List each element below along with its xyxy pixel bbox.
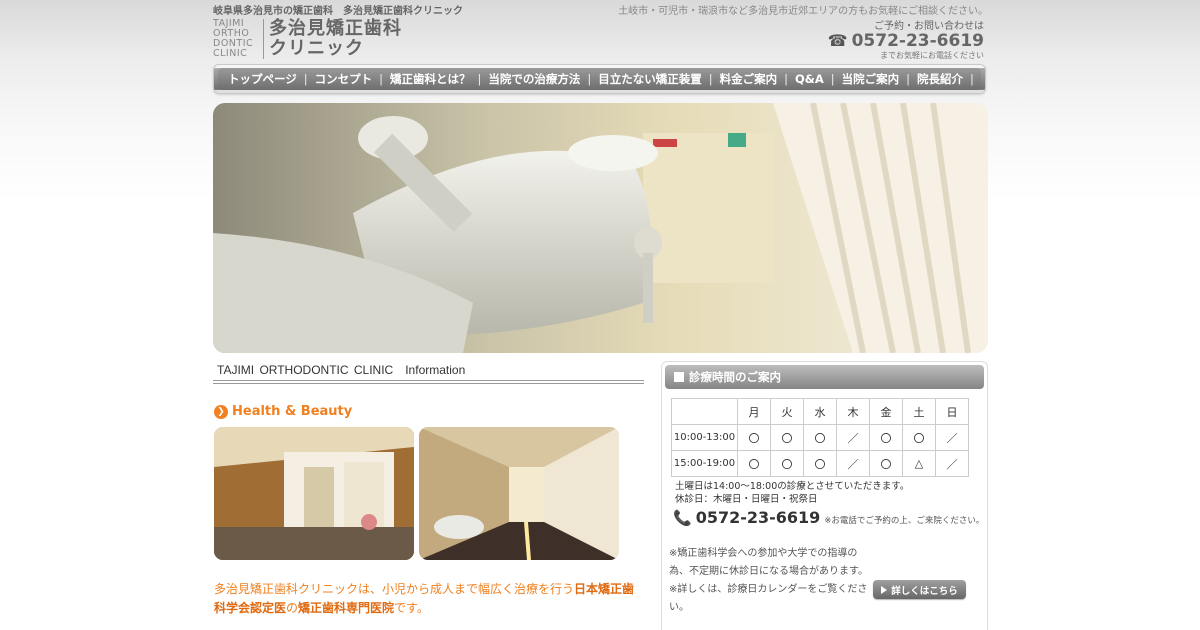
status-cell: 〇 [770, 424, 804, 451]
clinic-label: 多治見矯正歯科クリニック [343, 6, 463, 17]
logo-mark: TAJIMI ORTHO DONTIC CLINIC [213, 18, 254, 59]
page: 岐阜県多治見市の矯正歯科 多治見矯正歯科クリニック 土岐市・可児市・瑞浪市など多治… [213, 0, 988, 630]
info-divider [213, 380, 644, 384]
day-header: 火 [770, 398, 804, 425]
status-cell: 〇 [737, 424, 771, 451]
status-cell: ／ [935, 424, 969, 451]
schedule-phone[interactable]: 📞 0572-23-6619 ※お電話でご予約の上、ご来院ください。 [673, 508, 984, 527]
irregular-notes: ※矯正歯科学会への参加や大学での指導の為、不定期に休診日になる場合があります。 … [669, 545, 869, 617]
phone-note: ※お電話でご予約の上、ご来院ください。 [824, 516, 985, 526]
time-cell: 10:00-13:00 [671, 424, 738, 451]
schedule-phone-number: 0572-23-6619 [695, 508, 821, 527]
header-tagline: 土岐市・可児市・瑞浪市など多治見市近郊エリアの方もお気軽にご相談ください。 [618, 6, 988, 17]
details-button[interactable]: 詳しくはこちら [873, 580, 966, 599]
nav-item-director[interactable]: 院長紹介 [917, 71, 981, 87]
nav-item-concept[interactable]: コンセプト [315, 71, 390, 87]
nav-item-qa[interactable]: Q&A [795, 72, 842, 86]
hero-image [213, 103, 988, 353]
clinic-photo-entrance [214, 427, 414, 560]
nav-item-fees[interactable]: 料金ご案内 [720, 71, 795, 87]
desc-text-end: です。 [394, 601, 429, 615]
saturday-note: 土曜日は14:00〜18:00の診療とさせていただきます。 [675, 481, 910, 492]
calendar-note: ※詳しくは、診療日カレンダーをご覧ください。 [669, 584, 868, 613]
status-cell: 〇 [902, 424, 936, 451]
schedule-panel: 診療時間のご案内 月 火 水 木 金 土 日 10:00-13:00 〇 〇 〇… [661, 361, 988, 630]
status-cell: 〇 [803, 450, 837, 477]
day-header: 木 [836, 398, 870, 425]
status-cell: 〇 [869, 424, 903, 451]
status-cell: 〇 [803, 424, 837, 451]
arrow-circle-icon: ❯ [214, 404, 228, 419]
info-title: TAJIMI ORTHODONTIC CLINIC Information [217, 363, 466, 377]
clinic-photo-corridor [419, 427, 619, 560]
status-cell: 〇 [869, 450, 903, 477]
schedule-notes: 土曜日は14:00〜18:00の診療とさせていただきます。 休診日：木曜日・日曜… [675, 480, 909, 506]
play-arrow-icon [881, 585, 888, 594]
contact-note: までお気軽にお電話ください [880, 51, 984, 60]
nav-item-top[interactable]: トップページ [228, 71, 315, 87]
header-breadcrumb: 岐阜県多治見市の矯正歯科 多治見矯正歯科クリニック [213, 2, 463, 17]
time-cell: 15:00-19:00 [671, 450, 738, 477]
nav-item-devices[interactable]: 目立たない矯正装置 [598, 71, 719, 87]
day-header: 日 [935, 398, 969, 425]
details-button-label: 詳しくはこちら [891, 585, 958, 597]
day-header: 月 [737, 398, 771, 425]
section-heading[interactable]: ❯ Health & Beauty [214, 404, 352, 419]
section-title: Health & Beauty [232, 404, 353, 419]
day-header: 水 [803, 398, 837, 425]
status-cell: 〇 [770, 450, 804, 477]
desc-text-connector: の [286, 601, 299, 615]
site-logo[interactable]: TAJIMI ORTHO DONTIC CLINIC 多治見矯正歯科 クリニック [213, 17, 402, 61]
nav-item-about-ortho[interactable]: 矯正歯科とは？ [390, 71, 488, 87]
closed-days-note: 休診日：木曜日・日曜日・祝祭日 [675, 494, 818, 505]
desc-text: 多治見矯正歯科クリニックは、小児から成人まで幅広く治療を行う [214, 582, 575, 596]
desc-emphasis-specialist: 矯正歯科専門医院 [298, 601, 395, 615]
day-header: 金 [869, 398, 903, 425]
phone-icon: 📞 [673, 509, 692, 527]
day-header: 土 [902, 398, 936, 425]
schedule-head-row: 月 火 水 木 金 土 日 [671, 398, 969, 425]
header-phone-number: 0572-23-6619 [851, 31, 984, 51]
header-phone[interactable]: ☎ 0572-23-6619 [827, 31, 984, 51]
schedule-row: 15:00-19:00 〇 〇 〇 ／ 〇 △ ／ [671, 450, 969, 477]
schedule-corner [671, 398, 738, 425]
region-label: 岐阜県多治見市の矯正歯科 [213, 6, 333, 17]
schedule-table: 月 火 水 木 金 土 日 10:00-13:00 〇 〇 〇 ／ 〇 〇 ／ … [671, 398, 969, 477]
schedule-row: 10:00-13:00 〇 〇 〇 ／ 〇 〇 ／ [671, 424, 969, 451]
global-nav: トップページ コンセプト 矯正歯科とは？ 当院での治療方法 目立たない矯正装置 … [213, 64, 986, 94]
logo-text: 多治見矯正歯科 クリニック [269, 19, 402, 59]
schedule-header: 診療時間のご案内 [665, 365, 984, 389]
logo-line2: クリニック [269, 38, 364, 59]
schedule-title: 診療時間のご案内 [689, 370, 781, 384]
logo-line1: 多治見矯正歯科 [269, 18, 402, 39]
status-cell: △ [902, 450, 936, 477]
nav-item-treatment[interactable]: 当院での治療方法 [488, 71, 598, 87]
telephone-icon: ☎ [827, 31, 848, 50]
status-cell: 〇 [737, 450, 771, 477]
square-bullet-icon [674, 372, 684, 382]
nav-bar: トップページ コンセプト 矯正歯科とは？ 当院での治療方法 目立たない矯正装置 … [218, 68, 981, 90]
clinic-description: 多治見矯正歯科クリニックは、小児から成人まで幅広く治療を行う日本矯正歯科学会認定… [214, 580, 644, 618]
logo-divider [263, 19, 264, 59]
status-cell: ／ [935, 450, 969, 477]
contact-label: ご予約・お問い合わせは [874, 21, 984, 32]
nav-item-clinic[interactable]: 当院ご案内 [842, 71, 917, 87]
status-cell: ／ [836, 424, 870, 451]
header-contact: ご予約・お問い合わせは ☎ 0572-23-6619 までお気軽にお電話ください [828, 17, 984, 61]
irregular-note: ※矯正歯科学会への参加や大学での指導の為、不定期に休診日になる場合があります。 [669, 548, 868, 577]
status-cell: ／ [836, 450, 870, 477]
